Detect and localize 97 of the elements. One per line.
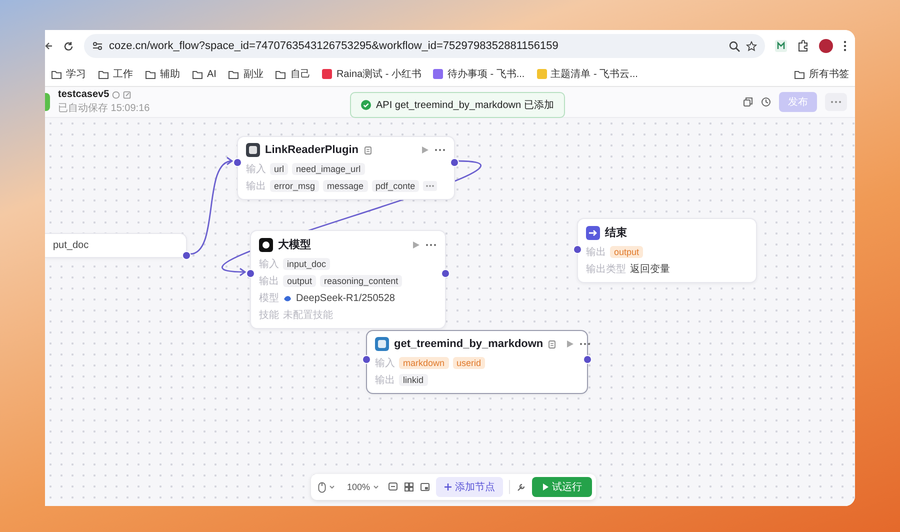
bookmark-link[interactable]: 所有书签 [809, 67, 849, 81]
field-label: 输入 [259, 258, 279, 271]
bookmark-link[interactable]: 主题清单 - 飞书云... [550, 67, 638, 81]
folder-icon [275, 70, 286, 78]
wrench-icon[interactable] [516, 482, 526, 492]
more-icon [830, 100, 842, 104]
field-label: 输出 [586, 246, 606, 259]
autosave-status: 已自动保存 15:09:16 [58, 102, 150, 115]
bookmark-link[interactable]: 待办事项 - 飞书... [447, 67, 525, 81]
variable-tag: reasoning_content [320, 275, 402, 287]
variable-tag: output [610, 246, 644, 258]
history-icon[interactable] [761, 97, 771, 107]
plus-icon [444, 483, 452, 491]
model-icon [283, 294, 292, 302]
mouse-icon [318, 482, 326, 492]
folder-icon [145, 70, 156, 78]
field-label: 输出 [246, 180, 266, 193]
variable-tag: pdf_conte [372, 180, 420, 192]
more-tags-icon[interactable] [423, 181, 438, 191]
play-icon [542, 483, 550, 491]
more-icon[interactable] [434, 146, 446, 154]
variable-tag: input_doc [283, 258, 330, 270]
input-port[interactable] [233, 158, 242, 167]
layout-icon[interactable] [404, 482, 414, 492]
more-icon[interactable] [579, 340, 592, 348]
document-icon [364, 146, 372, 154]
toast-text: API get_treemind_by_markdown 已添加 [376, 98, 554, 112]
variable-tag: message [323, 180, 368, 192]
run-node-icon[interactable] [566, 340, 574, 348]
folder-icon [228, 70, 240, 78]
field-label: 模型 [259, 292, 279, 305]
node-title: get_treemind_by_markdown [394, 338, 544, 350]
variable-tag: output [283, 275, 316, 287]
output-port[interactable] [441, 269, 450, 278]
folder-icon [98, 70, 109, 78]
variable-tag: markdown [399, 357, 449, 369]
bookmark-link[interactable]: AI [207, 68, 216, 80]
kebab-menu-icon[interactable] [843, 40, 847, 52]
folder-icon [51, 70, 62, 78]
field-label: 输出 [259, 274, 279, 288]
variable-tag: url [270, 163, 288, 175]
output-port[interactable] [182, 251, 191, 260]
reload-icon[interactable] [63, 40, 74, 52]
field-label: 技能 [259, 308, 279, 322]
variable-tag: userid [452, 357, 486, 369]
caret-icon [373, 485, 380, 489]
run-node-icon[interactable] [421, 146, 429, 154]
zoom-dropdown[interactable]: 100% [344, 480, 382, 494]
model-name: DeepSeek-R1/250528 [296, 292, 395, 304]
output-port[interactable] [450, 158, 459, 167]
run-node-icon[interactable] [412, 240, 420, 248]
variable-tag: linkid [399, 374, 428, 386]
document-icon [548, 340, 556, 348]
bookmark-link[interactable]: 辅助 [160, 67, 180, 81]
extension-icon[interactable] [775, 40, 787, 52]
field-label: 输入 [375, 356, 395, 370]
caret-icon [329, 485, 335, 489]
bookmark-link[interactable]: 学习 [66, 67, 86, 81]
info-icon[interactable] [112, 90, 120, 98]
success-icon [361, 100, 371, 110]
field-value: put_doc [53, 240, 89, 251]
node-title: 大模型 [278, 238, 311, 252]
folder-icon [192, 70, 203, 78]
workflow-icon [45, 93, 50, 111]
input-port[interactable] [246, 269, 255, 278]
variable-tag: error_msg [270, 180, 320, 192]
copy-icon[interactable] [743, 97, 753, 107]
edit-icon[interactable] [123, 90, 132, 98]
bookmark-link[interactable]: Raina测试 - 小红书 [336, 67, 422, 81]
bookmark-link[interactable]: 副业 [243, 67, 264, 81]
zoom-icon[interactable] [729, 40, 740, 52]
add-node-button[interactable]: 添加节点 [436, 477, 504, 497]
bookmark-link[interactable]: 工作 [113, 67, 133, 81]
profile-avatar[interactable] [819, 39, 833, 53]
field-value: 返回变量 [630, 262, 670, 276]
comment-icon[interactable] [388, 482, 398, 492]
input-port[interactable] [573, 245, 582, 254]
minimap-icon[interactable] [420, 482, 430, 492]
workflow-title: testcasev5 [58, 89, 110, 100]
field-label: 输出 [375, 374, 395, 387]
variable-tag: need_image_url [292, 163, 365, 175]
output-port[interactable] [583, 355, 592, 364]
input-port[interactable] [362, 355, 371, 364]
field-label: 输入 [246, 162, 266, 176]
node-title: LinkReaderPlugin [265, 144, 359, 156]
folder-icon [794, 70, 805, 78]
puzzle-icon[interactable] [797, 40, 809, 52]
bookmark-link[interactable]: 自己 [290, 67, 310, 81]
node-title: 结束 [605, 226, 627, 240]
field-placeholder: 未配置技能 [283, 308, 333, 322]
field-label: 输出类型 [586, 262, 626, 276]
address-bar[interactable]: coze.cn/work_flow?space_id=7470763543126753295&workflow_id=7529798352881156159 [84, 34, 765, 58]
site-info-icon[interactable] [92, 41, 103, 51]
more-button[interactable] [825, 93, 847, 111]
url-text: coze.cn/work_flow?space_id=7470763543126753295&workflow_id=7529798352881156159 [109, 40, 560, 52]
back-icon[interactable] [45, 41, 53, 51]
star-icon[interactable] [746, 40, 757, 52]
